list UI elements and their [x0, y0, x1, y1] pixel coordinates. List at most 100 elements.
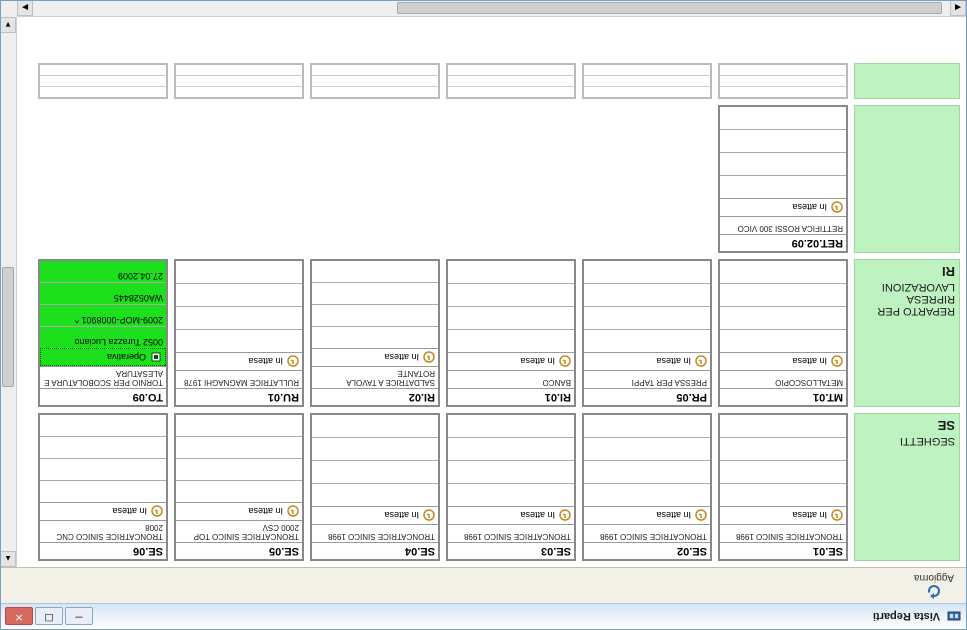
horizontal-scrollbar[interactable]: ◀ ▶	[17, 1, 966, 17]
card-row	[176, 283, 302, 306]
card-rows	[448, 261, 574, 352]
machine-code: RU.01	[176, 388, 302, 405]
machine-status: Operativa	[40, 348, 166, 366]
grid-spacer	[22, 413, 32, 561]
card-rows	[584, 415, 710, 506]
close-button[interactable]: ✕	[5, 608, 33, 626]
card-row	[312, 460, 438, 483]
card-row	[720, 415, 846, 437]
machine-card[interactable]: SE.03TRONCATRICE SINICO 1998In attesa	[446, 413, 576, 561]
card-row	[584, 415, 710, 437]
machine-desc: TRONCATRICE SINICO 1998	[720, 524, 846, 542]
clock-icon	[695, 510, 707, 522]
machine-code: MT.01	[720, 388, 846, 405]
card-row	[584, 261, 710, 283]
card-rows	[584, 261, 710, 352]
card-row: WA0528445	[40, 282, 166, 304]
machine-card[interactable]: SE.06TRONCATRICE SINICO CNC 2008In attes…	[38, 413, 168, 561]
card-row	[584, 460, 710, 483]
machine-card[interactable]: SE.01TRONCATRICE SINICO 1998In attesa	[718, 413, 848, 561]
refresh-button[interactable]: Aggiorna	[908, 570, 960, 601]
card-row	[312, 483, 438, 506]
card-row	[448, 306, 574, 329]
toolbar: Aggiorna	[1, 567, 966, 603]
machine-card[interactable]: MT.01METALLOSCOPIOIn attesa	[718, 259, 848, 407]
clock-icon	[831, 202, 843, 214]
scroll-left-button[interactable]: ◀	[950, 1, 966, 16]
machine-card-empty[interactable]	[582, 63, 712, 99]
clock-icon	[423, 352, 435, 364]
machine-code: TO.09	[40, 388, 166, 405]
card-rows: 0052 Turazza Luciano2009-MOP-0008901 ^WA…	[40, 261, 166, 348]
machine-card-empty[interactable]	[310, 63, 440, 99]
card-row: 2009-MOP-0008901 ^	[40, 304, 166, 326]
card-row	[176, 329, 302, 352]
machine-card[interactable]: TO.09TORNIO PER SCOBOLATURA E ALESATURAO…	[38, 259, 168, 407]
machine-status: In attesa	[40, 502, 166, 520]
vscroll-thumb[interactable]	[2, 267, 14, 387]
card-row	[720, 437, 846, 460]
grid-spacer	[22, 105, 32, 253]
status-label: In attesa	[792, 203, 827, 213]
machine-card[interactable]: SE.04TRONCATRICE SINICO 1998In attesa	[310, 413, 440, 561]
vertical-scrollbar[interactable]: ▲ ▼	[1, 17, 17, 567]
hscroll-thumb[interactable]	[397, 2, 942, 14]
machine-card[interactable]: RI.02SALDATRICE A TAVOLA ROTANTEIn attes…	[310, 259, 440, 407]
machine-card[interactable]: SE.05TRONCATRICE SINICO TOP 2000 CSVIn a…	[174, 413, 304, 561]
machine-status: In attesa	[720, 352, 846, 370]
scroll-down-button[interactable]: ▼	[1, 17, 16, 33]
refresh-icon	[926, 583, 942, 599]
scroll-up-button[interactable]: ▲	[1, 551, 16, 567]
card-row	[312, 437, 438, 460]
grid-spacer	[22, 259, 32, 407]
clock-icon	[559, 510, 571, 522]
card-row	[720, 175, 846, 198]
machine-card-empty[interactable]	[38, 63, 168, 99]
card-row	[720, 129, 846, 152]
card-row	[176, 458, 302, 480]
minimize-button[interactable]: ─	[65, 608, 93, 626]
card-row	[720, 329, 846, 352]
machine-card-empty[interactable]	[446, 63, 576, 99]
scroll-right-button[interactable]: ▶	[17, 1, 33, 16]
grid-spacer	[22, 63, 32, 99]
status-label: In attesa	[792, 357, 827, 367]
status-label: In attesa	[248, 507, 283, 517]
machine-code: SE.01	[720, 542, 846, 559]
card-row	[312, 282, 438, 304]
machine-card-empty[interactable]	[718, 63, 848, 99]
card-row	[448, 415, 574, 437]
machine-status: In attesa	[720, 506, 846, 524]
scroll-area[interactable]: SEGHETTISESE.01TRONCATRICE SINICO 1998In…	[17, 17, 966, 567]
machine-code: SE.04	[312, 542, 438, 559]
card-rows	[312, 415, 438, 506]
card-row	[720, 152, 846, 175]
clock-icon	[831, 356, 843, 368]
machine-card[interactable]: RU.01RULLATRICE MAGNAGHI 1978In attesa	[174, 259, 304, 407]
card-row	[584, 306, 710, 329]
empty-slot	[446, 105, 576, 253]
machine-code: SE.02	[584, 542, 710, 559]
machine-card[interactable]: RI.01BANCOIn attesa	[446, 259, 576, 407]
clock-icon	[151, 506, 163, 518]
machine-desc: TORNIO PER SCOBOLATURA E ALESATURA	[40, 366, 166, 388]
machine-card[interactable]: RET.02.09RETTIFICA ROSSI 300 VICOIn atte…	[718, 105, 848, 253]
card-row	[312, 415, 438, 437]
machine-card[interactable]: SE.02TRONCATRICE SINICO 1998In attesa	[582, 413, 712, 561]
department-header: REPARTO PER RIPRESA LAVORAZIONIRI	[854, 259, 960, 407]
machine-card-empty[interactable]	[174, 63, 304, 99]
status-label: In attesa	[112, 507, 147, 517]
machine-desc: TRONCATRICE SINICO TOP 2000 CSV	[176, 520, 302, 542]
card-rows	[720, 415, 846, 506]
status-label: In attesa	[384, 353, 419, 363]
card-row	[40, 415, 166, 436]
card-rows	[720, 107, 846, 198]
machine-status: In attesa	[176, 502, 302, 520]
maximize-button[interactable]: ☐	[35, 608, 63, 626]
machine-code: SE.06	[40, 542, 166, 559]
status-label: In attesa	[384, 511, 419, 521]
department-name: REPARTO PER RIPRESA LAVORAZIONI	[859, 281, 955, 317]
clock-icon	[423, 510, 435, 522]
machine-card[interactable]: PR.05PRESSA PER TAPPIIn attesa	[582, 259, 712, 407]
card-rows	[448, 415, 574, 506]
